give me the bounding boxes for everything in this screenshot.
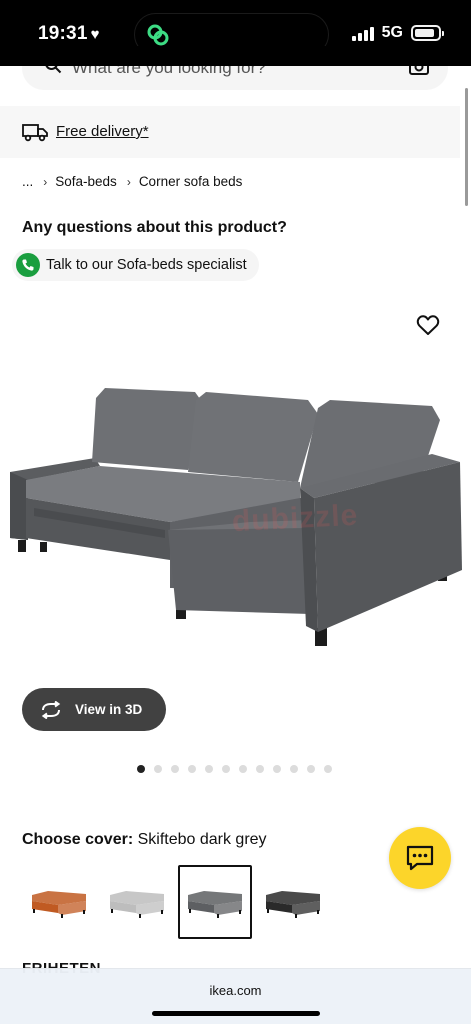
cover-swatch[interactable]	[22, 865, 96, 939]
carousel-dot[interactable]	[239, 765, 247, 773]
scrollbar[interactable]	[465, 88, 468, 206]
sofa-leg	[40, 542, 47, 552]
watermark-text: dubizzle	[231, 498, 360, 539]
talk-to-specialist-button[interactable]: Talk to our Sofa-beds specialist	[12, 249, 259, 281]
cover-swatch[interactable]	[256, 865, 330, 939]
cover-swatch[interactable]	[178, 865, 252, 939]
sofa-thumbnail-icon	[266, 891, 320, 918]
carousel-dot[interactable]	[137, 765, 145, 773]
questions-heading: Any questions about this product?	[22, 219, 287, 236]
heart-icon: ♥	[90, 26, 100, 43]
carousel-dot[interactable]	[171, 765, 179, 773]
clock-text: 19:31	[38, 23, 88, 44]
heart-outline-icon[interactable]	[416, 314, 440, 336]
battery-icon	[411, 25, 444, 41]
sofa-thumbnail-icon	[110, 891, 164, 918]
sofa-leg	[18, 540, 26, 552]
rotate-3d-icon	[41, 700, 61, 719]
carousel-dot[interactable]	[154, 765, 162, 773]
truck-icon	[22, 124, 48, 142]
carousel-dot[interactable]	[205, 765, 213, 773]
status-indicators: 5G	[351, 24, 444, 42]
delivery-banner: Free delivery*	[0, 106, 460, 158]
chat-button[interactable]	[389, 827, 451, 889]
breadcrumb-item-sofa-beds[interactable]: Sofa-beds	[55, 174, 117, 189]
view-in-3d-button[interactable]: View in 3D	[22, 688, 166, 731]
selected-cover-name: Skiftebo dark grey	[137, 831, 267, 848]
breadcrumb-item-ellipsis[interactable]: ...	[22, 174, 33, 189]
sofa-thumbnail-icon	[188, 891, 242, 918]
home-indicator[interactable]	[152, 1011, 320, 1016]
carousel-dot[interactable]	[256, 765, 264, 773]
url-text[interactable]: ikea.com	[0, 983, 471, 998]
network-type: 5G	[381, 24, 403, 41]
carousel-dot[interactable]	[273, 765, 281, 773]
specialist-label: Talk to our Sofa-beds specialist	[46, 257, 247, 273]
carousel-dot[interactable]	[222, 765, 230, 773]
carousel-dot[interactable]	[307, 765, 315, 773]
chevron-right-icon: ›	[43, 174, 48, 189]
link-app-icon	[147, 24, 169, 46]
carousel-dot[interactable]	[290, 765, 298, 773]
chevron-right-icon: ›	[126, 174, 131, 189]
status-time: 19:31 ♥	[38, 23, 100, 45]
breadcrumb: ... › Sofa-beds › Corner sofa beds	[22, 174, 242, 189]
browser-url-bar[interactable]: ikea.com	[0, 968, 471, 1024]
phone-icon	[16, 253, 40, 277]
status-bar-overlap	[0, 46, 471, 66]
cover-swatches	[22, 865, 330, 939]
cover-swatch[interactable]	[100, 865, 174, 939]
carousel-dot[interactable]	[188, 765, 196, 773]
choose-cover-label: Choose cover: Skiftebo dark grey	[22, 831, 267, 849]
breadcrumb-item-corner-sofa-beds[interactable]: Corner sofa beds	[139, 174, 243, 189]
free-delivery-link[interactable]: Free delivery*	[56, 123, 149, 140]
carousel-dots[interactable]	[137, 765, 332, 773]
chat-icon	[406, 845, 434, 871]
view-in-3d-label: View in 3D	[75, 702, 143, 717]
sofa-thumbnail-icon	[32, 891, 86, 918]
signal-icon	[351, 26, 374, 41]
battery-level	[415, 29, 434, 37]
carousel-dot[interactable]	[324, 765, 332, 773]
choose-cover-prefix: Choose cover:	[22, 831, 134, 848]
